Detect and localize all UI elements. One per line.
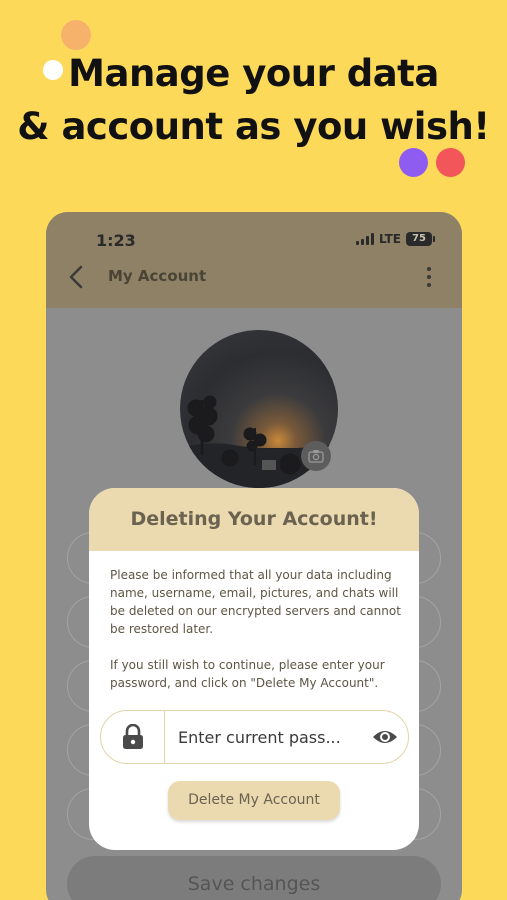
network-label: LTE xyxy=(378,232,401,246)
app-header: 1:23 LTE 75 My Account xyxy=(46,212,462,308)
dialog-paragraph-1: Please be informed that all your data in… xyxy=(110,568,401,636)
more-vert-icon[interactable] xyxy=(426,267,432,287)
status-time: 1:23 xyxy=(96,231,136,250)
page-title: My Account xyxy=(108,267,207,285)
camera-icon[interactable] xyxy=(301,441,331,471)
decor-dot-orange xyxy=(61,20,91,50)
battery-icon: 75 xyxy=(406,232,435,246)
back-arrow-icon[interactable] xyxy=(66,264,88,290)
eye-icon[interactable] xyxy=(362,728,408,746)
status-indicators: LTE 75 xyxy=(355,232,435,246)
decor-dot-red xyxy=(436,148,465,177)
lock-icon xyxy=(101,711,165,763)
headline-line-1: Manage your data xyxy=(68,52,439,95)
headline-line-2: & account as you wish! xyxy=(17,105,490,148)
delete-my-account-button[interactable]: Delete My Account xyxy=(168,781,340,820)
dialog-paragraph-2: If you still wish to continue, please en… xyxy=(110,658,385,690)
password-input[interactable] xyxy=(165,711,362,763)
save-changes-button[interactable]: Save changes xyxy=(67,856,441,900)
dialog-title: Deleting Your Account! xyxy=(89,488,419,551)
password-field xyxy=(100,710,409,764)
dialog-message: Please be informed that all your data in… xyxy=(110,566,406,692)
decor-dot-purple xyxy=(399,148,428,177)
delete-account-dialog: Deleting Your Account! Please be informe… xyxy=(89,488,419,850)
signal-icon xyxy=(355,233,374,245)
